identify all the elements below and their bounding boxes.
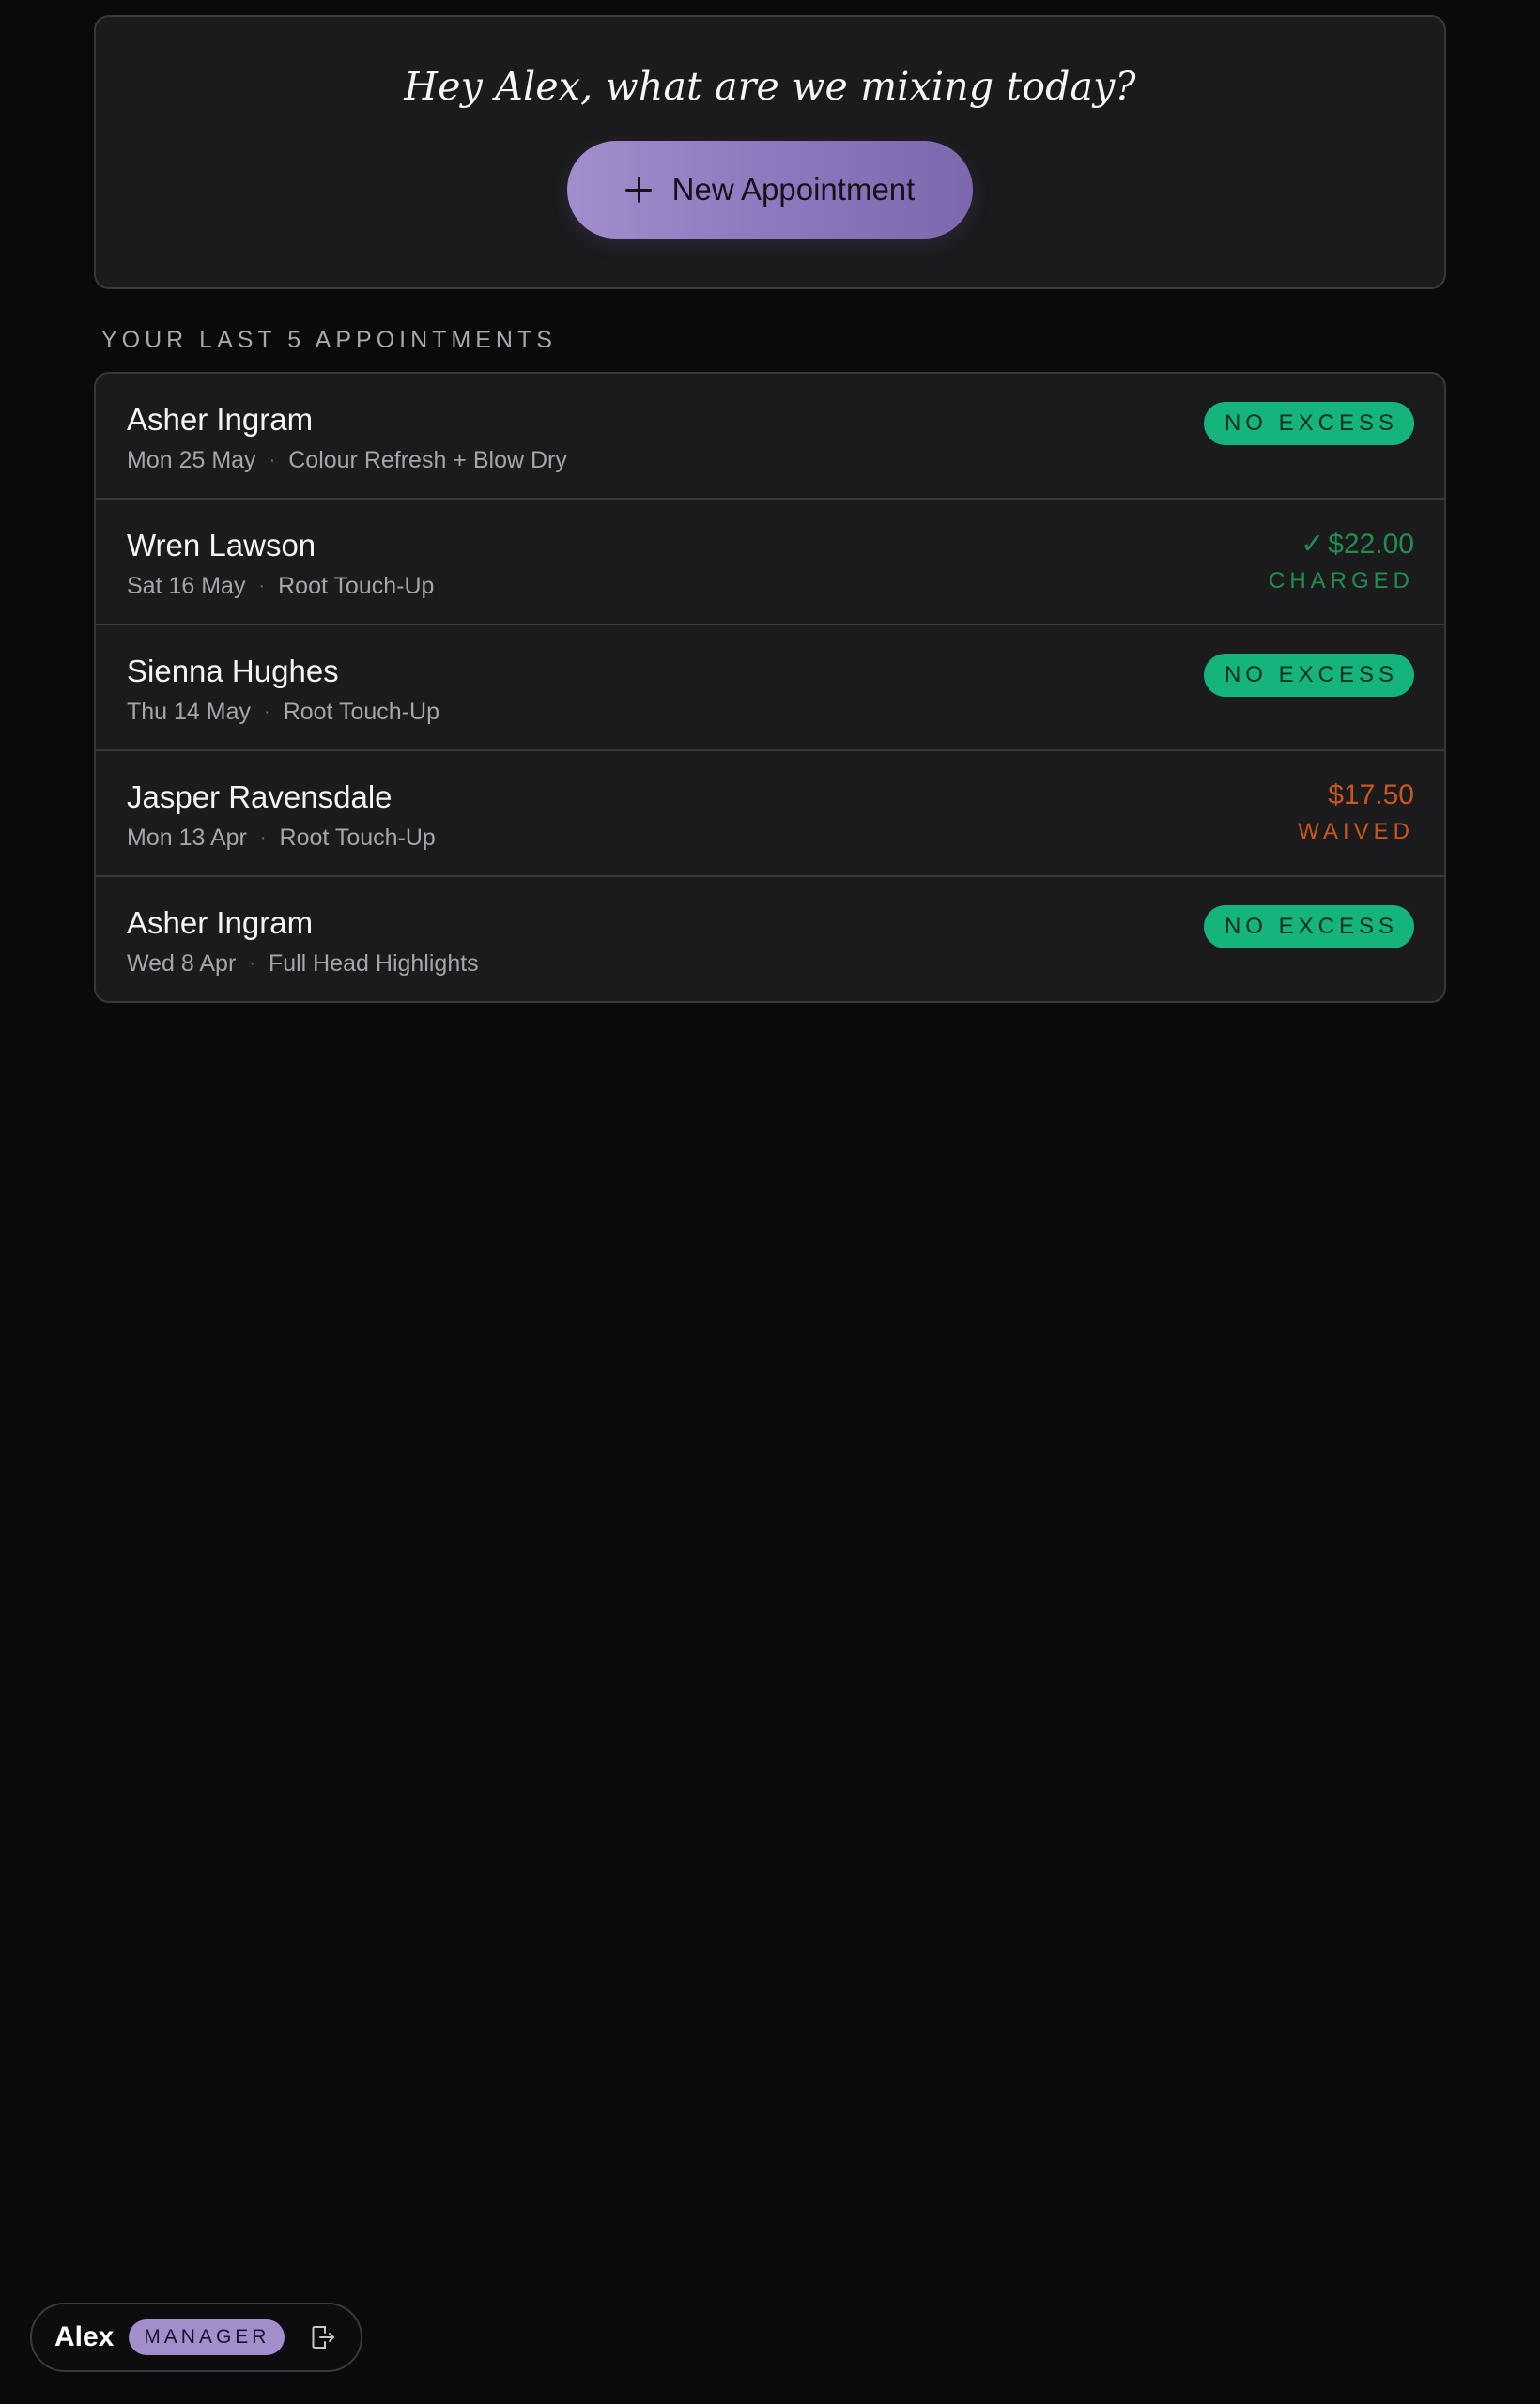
client-name: Jasper Ravensdale [127, 779, 393, 814]
plus-icon [624, 177, 652, 203]
separator-dot: · [264, 701, 270, 722]
no-excess-badge: NO EXCESS [1204, 402, 1414, 445]
waived-amount: $17.50 [1328, 779, 1414, 810]
charged-status: CHARGED [1268, 568, 1414, 593]
welcome-card: Hey Alex, what are we mixing today? New … [94, 15, 1446, 289]
appointment-service: Root Touch-Up [283, 699, 439, 725]
client-name: Sienna Hughes [127, 654, 339, 688]
appointment-date: Sat 16 May [127, 573, 246, 599]
appointment-service: Root Touch-Up [278, 573, 435, 599]
client-name: Wren Lawson [127, 528, 316, 562]
separator-dot: · [258, 576, 266, 596]
user-chip: Alex MANAGER [30, 2303, 362, 2372]
appointment-service: Full Head Highlights [268, 950, 479, 977]
user-name: Alex [54, 2321, 115, 2352]
separator-dot: · [249, 953, 255, 974]
appointment-date: Mon 13 Apr [127, 824, 247, 851]
greeting-heading: Hey Alex, what are we mixing today? [404, 64, 1136, 109]
new-appointment-label: New Appointment [671, 172, 916, 207]
excess-charge: ✓ $22.00 CHARGED [1269, 528, 1414, 594]
client-name: Asher Ingram [127, 402, 314, 437]
appointment-row[interactable]: Jasper Ravensdale Mon 13 Apr · Root Touc… [96, 751, 1444, 877]
appointment-row[interactable]: Asher Ingram Wed 8 Apr · Full Head Highl… [96, 877, 1444, 1001]
no-excess-badge: NO EXCESS [1204, 905, 1414, 948]
check-icon: ✓ [1301, 529, 1325, 560]
appointment-row[interactable]: Asher Ingram Mon 25 May · Colour Refresh… [96, 374, 1444, 500]
charge-amount: $22.00 [1328, 529, 1414, 560]
appointment-row[interactable]: Wren Lawson Sat 16 May · Root Touch-Up ✓… [96, 500, 1444, 625]
client-name: Asher Ingram [127, 905, 314, 940]
waived-status: WAIVED [1298, 819, 1414, 844]
logout-icon[interactable] [311, 2324, 335, 2350]
no-excess-badge: NO EXCESS [1204, 654, 1414, 697]
page: Hey Alex, what are we mixing today? New … [0, 0, 1540, 2404]
excess-waived: $17.50 WAIVED [1298, 779, 1414, 845]
role-badge: MANAGER [129, 2319, 285, 2355]
charge-amount-line: ✓ $22.00 [1269, 528, 1414, 561]
appointment-meta: Mon 25 May · Colour Refresh + Blow Dry [127, 447, 567, 474]
appointment-meta: Sat 16 May · Root Touch-Up [127, 573, 434, 600]
appointment-date: Wed 8 Apr [127, 950, 237, 977]
section-heading: YOUR LAST 5 APPOINTMENTS [101, 327, 557, 353]
appointment-service: Colour Refresh + Blow Dry [288, 447, 567, 473]
appointment-service: Root Touch-Up [279, 824, 436, 851]
appointment-meta: Thu 14 May · Root Touch-Up [127, 699, 439, 726]
separator-dot: · [269, 450, 276, 470]
appointment-date: Mon 25 May [127, 447, 256, 473]
appointment-meta: Mon 13 Apr · Root Touch-Up [127, 824, 436, 852]
appointment-date: Thu 14 May [127, 699, 252, 725]
appointment-row[interactable]: Sienna Hughes Thu 14 May · Root Touch-Up… [96, 625, 1444, 751]
appointment-meta: Wed 8 Apr · Full Head Highlights [127, 950, 479, 978]
separator-dot: · [259, 827, 267, 848]
appointments-list: Asher Ingram Mon 25 May · Colour Refresh… [94, 372, 1446, 1003]
new-appointment-button[interactable]: New Appointment [567, 141, 973, 239]
